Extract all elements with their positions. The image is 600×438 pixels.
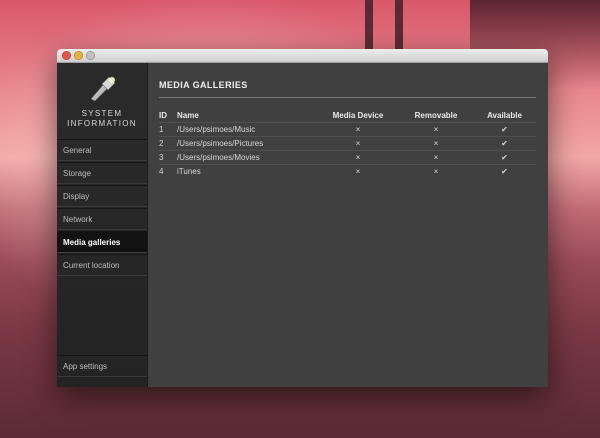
sidebar-item-display[interactable]: Display [57,185,147,207]
app-window: SYSTEM INFORMATION General Storage Displ… [57,49,548,387]
cell-name: /Users/psimoes/Pictures [177,136,317,151]
cell-id: 4 [159,164,177,178]
table-header-row: ID Name Media Device Removable Available [159,108,536,123]
cross-icon: × [399,122,473,137]
cell-name: iTunes [177,164,317,178]
cross-icon: × [317,164,399,178]
minimize-window-button[interactable] [74,51,83,60]
sidebar-item-general[interactable]: General [57,139,147,161]
cell-id: 1 [159,122,177,137]
cell-id: 2 [159,136,177,151]
sidebar-item-label: General [63,146,92,155]
window-titlebar[interactable] [57,49,548,63]
close-window-button[interactable] [62,51,71,60]
sidebar-item-label: Current location [63,261,120,270]
table-row: 1 /Users/psimoes/Music × × ✔ [159,122,536,137]
sidebar: SYSTEM INFORMATION General Storage Displ… [57,63,148,387]
brand-title: SYSTEM INFORMATION [57,109,147,129]
sidebar-item-label: App settings [63,362,108,371]
table-row: 2 /Users/psimoes/Pictures × × ✔ [159,136,536,151]
cross-icon: × [399,150,473,165]
cell-name: /Users/psimoes/Movies [177,150,317,165]
sidebar-item-label: Network [63,215,93,224]
column-header-removable: Removable [414,110,458,120]
title-divider [159,97,536,98]
sidebar-item-network[interactable]: Network [57,208,147,230]
app-brand: SYSTEM INFORMATION [57,63,147,139]
checkmark-icon: ✔ [473,150,536,165]
brand-title-line1: SYSTEM [81,109,123,118]
cross-icon: × [399,164,473,178]
column-header-name: Name [177,110,199,120]
column-header-media-device: Media Device [332,110,384,120]
sidebar-item-label: Media galleries [63,238,121,247]
column-header-available: Available [487,110,522,120]
sidebar-item-app-settings[interactable]: App settings [57,355,147,377]
media-galleries-table: ID Name Media Device Removable Available… [159,108,536,178]
sidebar-item-storage[interactable]: Storage [57,162,147,184]
cross-icon: × [399,136,473,151]
table-row: 4 iTunes × × ✔ [159,164,536,178]
sidebar-item-current-location[interactable]: Current location [57,254,147,276]
main-content: MEDIA GALLERIES ID Name Media Device Rem… [148,63,548,387]
cross-icon: × [317,136,399,151]
checkmark-icon: ✔ [473,122,536,137]
page-title: MEDIA GALLERIES [159,80,248,90]
sidebar-item-media-galleries[interactable]: Media galleries [57,231,147,253]
flashlight-icon [90,76,116,101]
table-row: 3 /Users/psimoes/Movies × × ✔ [159,150,536,165]
cross-icon: × [317,122,399,137]
cell-name: /Users/psimoes/Music [177,122,317,137]
cell-id: 3 [159,150,177,165]
sidebar-item-label: Display [63,192,90,201]
checkmark-icon: ✔ [473,164,536,178]
column-header-id: ID [159,110,167,120]
brand-title-line2: INFORMATION [67,119,137,128]
checkmark-icon: ✔ [473,136,536,151]
zoom-window-button[interactable] [86,51,95,60]
cross-icon: × [317,150,399,165]
sidebar-item-label: Storage [63,169,92,178]
